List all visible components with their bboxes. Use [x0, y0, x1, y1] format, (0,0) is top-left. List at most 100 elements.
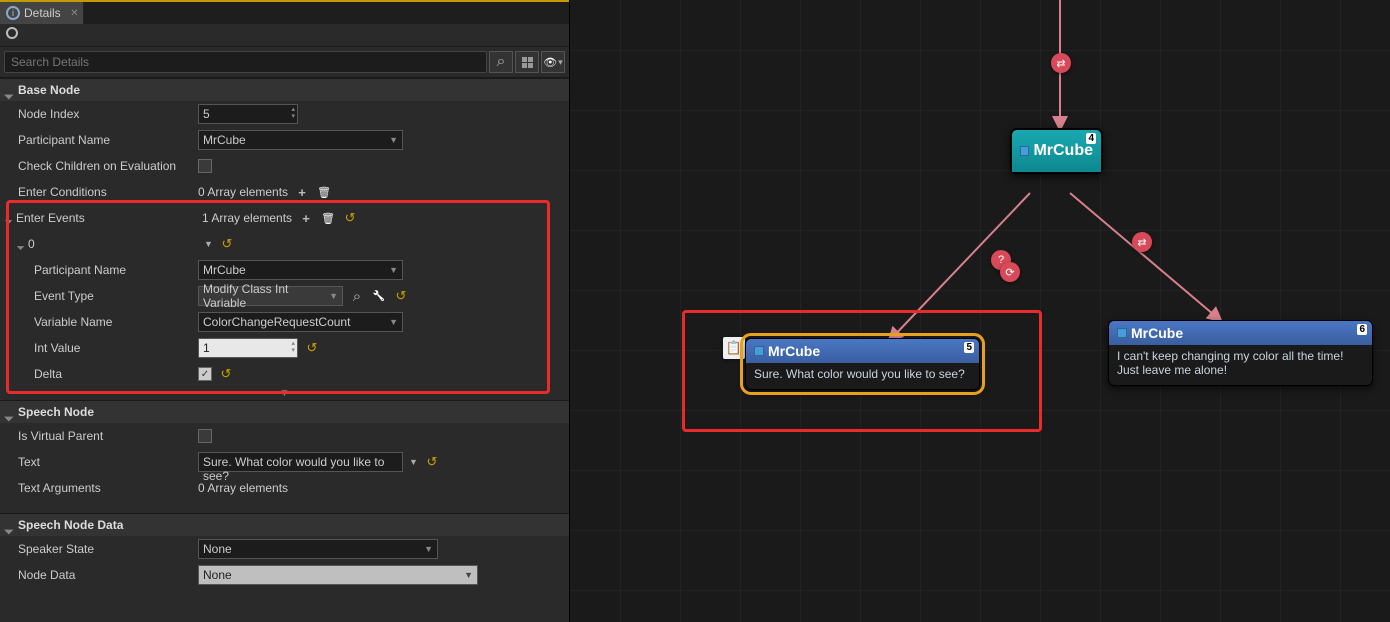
node-text-line: Just leave me alone!: [1117, 363, 1364, 377]
reset-button[interactable]: [424, 454, 440, 470]
spinner-icon[interactable]: ▴▾: [291, 106, 295, 120]
edit-button[interactable]: [371, 288, 387, 304]
speaker-state-combo[interactable]: None ▼: [198, 539, 438, 559]
tab-bar: i Details ✕: [0, 0, 569, 24]
prop-speaker-state: Speaker State None ▼: [0, 536, 569, 562]
details-tab[interactable]: i Details ✕: [0, 2, 84, 24]
graph-node-4[interactable]: MrCube 4: [1010, 128, 1103, 174]
reset-button[interactable]: [218, 366, 234, 382]
variable-name-combo[interactable]: ColorChangeRequestCount ▼: [198, 312, 403, 332]
node-index-value: 5: [203, 107, 210, 121]
prop-label: Speaker State: [18, 542, 198, 556]
node-index-badge: 4: [1086, 133, 1096, 144]
node-index-badge: 6: [1357, 324, 1367, 335]
add-button[interactable]: [298, 210, 314, 226]
prop-label: Check Children on Evaluation: [18, 159, 198, 173]
section-speech-data[interactable]: Speech Node Data: [0, 513, 569, 536]
section-speech-node[interactable]: Speech Node: [0, 400, 569, 423]
collapse-icon: [6, 86, 14, 94]
prop-label: Int Value: [34, 341, 198, 355]
text-field[interactable]: Sure. What color would you like to see?: [198, 452, 403, 472]
cube-icon: [1117, 328, 1127, 338]
graph-canvas[interactable]: ⇄ ? ⟳ ⇄ MrCube 4 📋 MrCube Sure. What col…: [570, 0, 1390, 622]
search-button[interactable]: [489, 51, 513, 73]
prop-text-args: Text Arguments 0 Array elements: [0, 475, 569, 501]
object-selector-row: [0, 24, 569, 46]
graph-node-5[interactable]: MrCube Sure. What color would you like t…: [745, 338, 980, 390]
prop-label: Enter Events: [16, 211, 202, 225]
text-options-dropdown[interactable]: ▼: [409, 457, 418, 467]
clear-button[interactable]: [320, 210, 336, 226]
cube-icon: [754, 346, 764, 356]
prop-is-virtual: Is Virtual Parent: [0, 423, 569, 449]
section-title: Speech Node: [18, 405, 94, 419]
item-dropdown[interactable]: ▼: [204, 239, 213, 249]
collapse-icon: [6, 521, 14, 529]
node-header: MrCube: [1109, 321, 1372, 345]
reset-button[interactable]: [304, 340, 320, 356]
object-radio[interactable]: [6, 27, 18, 39]
prop-ev-participant: Participant Name MrCube ▼: [0, 257, 569, 283]
delta-checkbox[interactable]: ✓: [198, 367, 212, 381]
ev-participant-combo[interactable]: MrCube ▼: [198, 260, 403, 280]
check-children-checkbox[interactable]: [198, 159, 212, 173]
chevron-down-icon: ▼: [389, 135, 398, 145]
prop-label: Node Data: [18, 568, 198, 582]
eye-icon: [543, 56, 563, 69]
edge-badge-loop-icon[interactable]: ⟳: [1000, 262, 1020, 282]
view-options-button[interactable]: [541, 51, 565, 73]
grid-icon: [522, 57, 533, 68]
edge-badge-swap-icon[interactable]: ⇄: [1051, 53, 1071, 73]
combo-value: None: [203, 542, 232, 556]
prop-label: Text: [18, 455, 198, 469]
prop-label: Node Index: [18, 107, 198, 121]
section-base-node[interactable]: Base Node: [0, 78, 569, 101]
node-title: MrCube: [1033, 142, 1093, 160]
node-index-field[interactable]: 5 ▴▾: [198, 104, 298, 124]
array-item-0: 0 ▼: [0, 231, 569, 257]
event-type-combo[interactable]: Modify Class Int Variable ▼: [198, 286, 343, 306]
edge-badge-swap-icon[interactable]: ⇄: [1132, 232, 1152, 252]
int-value: 1: [203, 341, 210, 355]
cube-icon: [1020, 146, 1029, 156]
combo-value: MrCube: [203, 263, 246, 277]
prop-ev-intvalue: Int Value 1 ▴▾: [0, 335, 569, 361]
browse-button[interactable]: [349, 288, 365, 304]
node-data-combo[interactable]: None ▼: [198, 565, 478, 585]
int-value-field[interactable]: 1 ▴▾: [198, 338, 298, 358]
array-count: 1 Array elements: [202, 211, 292, 225]
reset-button[interactable]: [219, 236, 235, 252]
prop-node-index: Node Index 5 ▴▾: [0, 101, 569, 127]
search-icon: [497, 53, 506, 71]
clear-button[interactable]: [316, 184, 332, 200]
reset-button[interactable]: [342, 210, 358, 226]
prop-label: Enter Conditions: [18, 185, 198, 199]
participant-name-combo[interactable]: MrCube ▼: [198, 130, 403, 150]
prop-check-children: Check Children on Evaluation: [0, 153, 569, 179]
section-title: Speech Node Data: [18, 518, 123, 532]
details-tab-label: Details: [24, 6, 61, 20]
add-button[interactable]: [294, 184, 310, 200]
prop-enter-conditions: Enter Conditions 0 Array elements: [0, 179, 569, 205]
collapse-icon[interactable]: [18, 235, 28, 253]
graph-node-6[interactable]: MrCube I can't keep changing my color al…: [1108, 320, 1373, 386]
chevron-down-icon: ▼: [329, 291, 338, 301]
section-expand-caret[interactable]: ▼: [0, 387, 569, 400]
prop-label: Delta: [34, 367, 198, 381]
node-text-line: I can't keep changing my color all the t…: [1117, 349, 1364, 363]
search-input[interactable]: [4, 51, 487, 73]
reset-button[interactable]: [393, 288, 409, 304]
view-grid-button[interactable]: [515, 51, 539, 73]
spinner-icon[interactable]: ▴▾: [291, 340, 295, 354]
event-badge-icon[interactable]: 📋: [723, 337, 745, 359]
close-icon[interactable]: ✕: [70, 8, 78, 19]
is-virtual-checkbox[interactable]: [198, 429, 212, 443]
collapse-icon[interactable]: [6, 209, 16, 227]
chevron-down-icon: ▼: [389, 317, 398, 327]
array-count: 0 Array elements: [198, 481, 288, 495]
combo-value: MrCube: [203, 133, 246, 147]
node-header: MrCube: [746, 339, 979, 363]
combo-value: ColorChangeRequestCount: [203, 315, 350, 329]
details-tab-icon: i: [6, 6, 20, 20]
chevron-down-icon: ▼: [464, 570, 473, 580]
